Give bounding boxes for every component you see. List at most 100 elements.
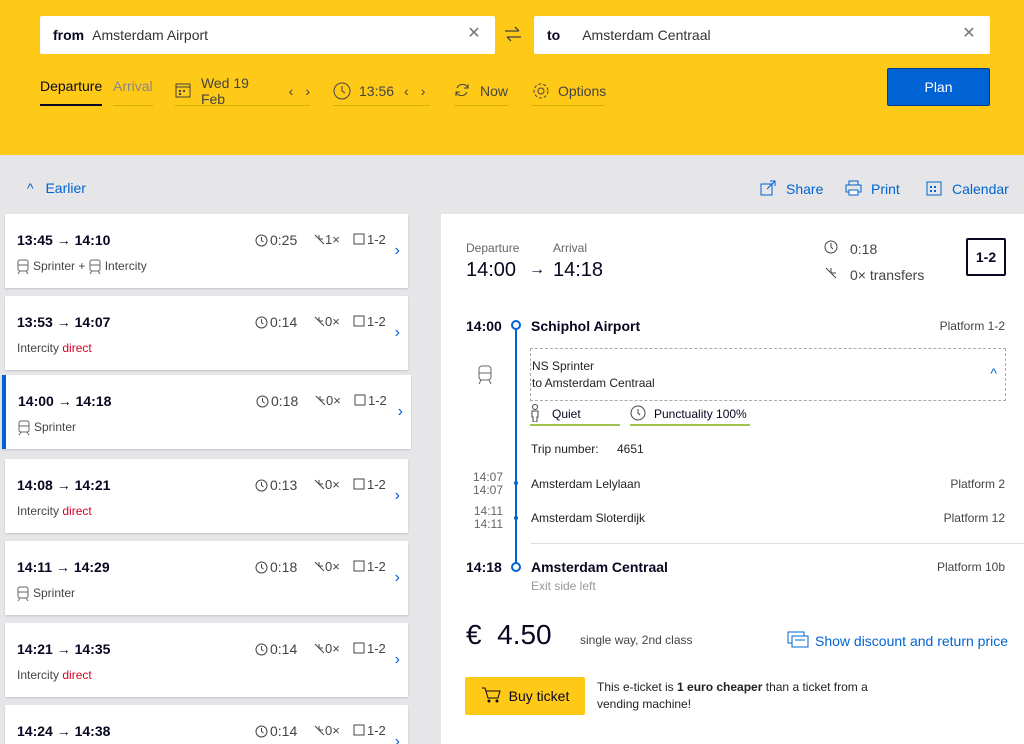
ticket-icon <box>787 630 809 651</box>
trip-duration: 0:14 <box>255 641 297 657</box>
clock-icon <box>630 405 646 424</box>
from-input[interactable]: Amsterdam Airport <box>92 27 208 43</box>
print-label: Print <box>871 181 900 197</box>
chevron-right-icon: › <box>394 324 400 341</box>
trip-duration: 0:14 <box>255 314 297 330</box>
trip-times: 13:45 → 14:10 <box>17 232 111 248</box>
trip-card[interactable]: 14:11 → 14:29 0:18 0× 1-2 Sprinter › <box>5 541 408 615</box>
options-label: Options <box>558 82 607 99</box>
trip-card[interactable]: 14:21 → 14:35 0:14 0× 1-2 Intercity direct › <box>5 623 408 697</box>
train-type: Intercity <box>17 504 60 518</box>
date-picker[interactable]: Wed 19 Feb ‹ › <box>175 75 310 107</box>
platform-icon <box>354 394 366 406</box>
date-next-icon[interactable]: › <box>305 83 310 99</box>
print-link[interactable]: Print <box>845 180 900 198</box>
date-prev-icon[interactable]: ‹ <box>289 83 294 99</box>
duration-value: 0:14 <box>270 723 298 739</box>
swap-icon[interactable] <box>503 26 525 44</box>
chevron-right-icon: › <box>394 569 400 586</box>
time-value: 13:56 <box>359 82 395 99</box>
train-icon <box>89 259 105 275</box>
stop2-platform: Platform 12 <box>943 511 1005 525</box>
trip-duration: 0:18 <box>255 559 297 575</box>
train-type: Sprinter <box>33 586 76 601</box>
clock-icon <box>255 725 268 738</box>
chevron-right-icon: › <box>394 487 400 504</box>
trip-times: 14:08 → 14:21 <box>17 477 111 493</box>
clock-icon <box>255 316 268 329</box>
to-label: to <box>547 27 561 43</box>
trip-card[interactable]: 14:08 → 14:21 0:13 0× 1-2 Intercity direct › <box>5 459 408 533</box>
punctuality-badge: Punctuality 100% <box>630 404 750 426</box>
transfer-icon <box>315 395 326 406</box>
calendar-link[interactable]: Calendar <box>926 180 1009 198</box>
transfers-value: 1× <box>325 232 340 247</box>
train-info-toggle[interactable]: NS Sprinter to Amsterdam Centraal ^ <box>530 348 1006 401</box>
destination-station: Amsterdam Centraal <box>531 559 668 575</box>
trip-transfers: 1× <box>314 232 340 247</box>
discount-label: Show discount and return price <box>815 632 1008 649</box>
trip-card[interactable]: 13:53 → 14:07 0:14 0× 1-2 Intercity direct › <box>5 296 408 370</box>
stop1-departure: 14:07 <box>472 483 503 497</box>
tab-arrival[interactable]: Arrival <box>113 76 153 106</box>
price-note: single way, 2nd class <box>580 633 693 647</box>
time-prev-icon[interactable]: ‹ <box>404 83 409 99</box>
earlier-label: Earlier <box>45 180 86 196</box>
clock-icon <box>255 561 268 574</box>
trip-transfers: 0× <box>314 477 340 492</box>
gear-icon <box>532 82 550 100</box>
direct-label: direct <box>62 504 92 518</box>
duration-value: 0:18 <box>270 559 298 575</box>
quiet-badge: Quiet <box>530 403 620 426</box>
plan-button[interactable]: Plan <box>887 68 990 106</box>
transfer-icon <box>824 266 842 284</box>
discount-link[interactable]: Show discount and return price <box>787 630 1008 651</box>
stop1-arrival: 14:07 <box>472 470 503 484</box>
time-next-icon[interactable]: › <box>421 83 426 99</box>
clear-from-icon[interactable]: ✕ <box>465 25 483 43</box>
from-label: from <box>53 27 85 43</box>
trip-times: 14:24 → 14:38 <box>17 723 111 739</box>
time-picker[interactable]: 13:56 ‹ › <box>333 76 430 106</box>
trip-transfers: 0× <box>315 393 341 408</box>
buy-ticket-button[interactable]: Buy ticket <box>465 677 585 715</box>
share-link[interactable]: Share <box>760 180 823 198</box>
trip-transfers: 0× <box>314 559 340 574</box>
chevron-up-icon: ^ <box>27 180 34 196</box>
trip-subtitle: Sprinter <box>18 420 76 436</box>
chevron-right-icon: › <box>394 651 400 668</box>
clock-icon <box>824 240 842 258</box>
options-button[interactable]: Options <box>532 76 607 106</box>
to-input[interactable]: Amsterdam Centraal <box>582 27 710 43</box>
train-direction: to Amsterdam Centraal <box>532 376 655 390</box>
stop2-arrival: 14:11 <box>473 504 503 518</box>
to-field[interactable]: to Amsterdam Centraal ✕ <box>534 16 990 54</box>
trip-card[interactable]: 13:45 → 14:10 0:25 1× 1-2 Sprinter + Interci… <box>5 214 408 288</box>
arrival-time: 14:18 <box>553 259 604 281</box>
platform-icon <box>353 315 365 327</box>
clear-to-icon[interactable]: ✕ <box>960 25 978 43</box>
calendar-icon <box>175 82 193 100</box>
trip-card[interactable]: 14:00 → 14:18 0:18 0× 1-2 Sprinter › <box>2 375 411 449</box>
platform-value: 1-2 <box>367 232 386 247</box>
trip-platform: 1-2 <box>353 559 386 574</box>
now-button[interactable]: Now <box>454 76 508 106</box>
direct-label: direct <box>62 668 92 682</box>
transfers: 0× transfers <box>824 266 924 284</box>
trip-card[interactable]: 14:24 → 14:38 0:14 0× 1-2 › <box>5 705 408 744</box>
eticket-bold: 1 euro cheaper <box>677 680 763 694</box>
trip-platform: 1-2 <box>353 477 386 492</box>
tab-departure[interactable]: Departure <box>40 76 103 106</box>
platform-badge: 1-2 <box>966 238 1006 276</box>
earlier-link[interactable]: ^ Earlier <box>27 180 86 196</box>
direct-label: direct <box>62 341 92 355</box>
from-field[interactable]: from Amsterdam Airport ✕ <box>40 16 495 54</box>
trip-subtitle: Sprinter + Intercity <box>17 259 147 275</box>
exit-note: Exit side left <box>531 579 596 593</box>
train-type: Intercity <box>17 341 60 355</box>
departure-time: 14:00 <box>466 259 517 281</box>
duration-value: 0:18 <box>271 393 299 409</box>
trip-number: 4651 <box>617 442 644 456</box>
transfers-value: 0× transfers <box>850 267 925 283</box>
arrival-label: Arrival <box>553 241 588 255</box>
